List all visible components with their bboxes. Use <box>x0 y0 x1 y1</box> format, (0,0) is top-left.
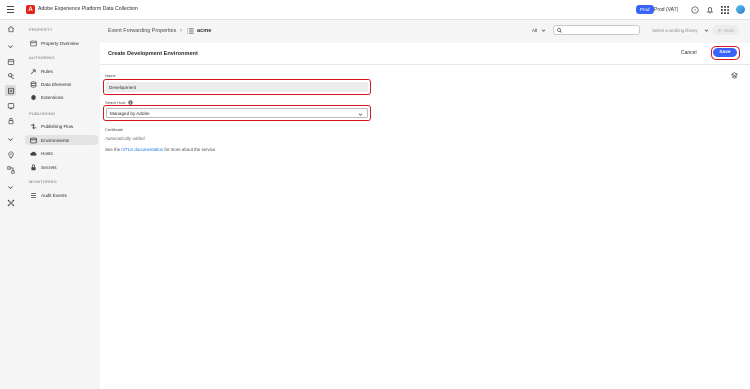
sidebar-item-label: Secrets <box>41 164 57 170</box>
filter-select[interactable]: All <box>528 25 550 35</box>
certificate-value: Automatically added <box>105 136 145 141</box>
chevron-down-icon <box>358 113 363 116</box>
header-bar: Event Forwarding Properties › acme All S… <box>100 20 750 42</box>
form-content: Name Development Select Host Managed by … <box>100 65 750 389</box>
home-icon[interactable] <box>5 23 16 34</box>
host-select-value: Managed by Adobe <box>110 110 150 116</box>
sidebar-item-label: Hosts <box>41 150 53 156</box>
section-label-monitoring: MONITORING <box>29 179 57 184</box>
help-text: See the mTLS documentation for more abou… <box>105 147 217 152</box>
working-library-placeholder: Select a working library <box>652 27 698 33</box>
help-suffix: for more about the service. <box>164 147 217 152</box>
breadcrumb-current: acme <box>197 28 212 34</box>
user-avatar[interactable] <box>736 5 745 14</box>
help-icon[interactable]: ? <box>690 5 699 14</box>
search-icon <box>557 28 562 33</box>
breadcrumb-parent[interactable]: Event Forwarding Properties <box>108 28 176 34</box>
sidebar-item-hosts[interactable]: Hosts <box>25 148 98 158</box>
location-pin-icon[interactable] <box>5 149 16 160</box>
menu-icon[interactable] <box>7 6 14 13</box>
section-label-property: PROPERTY <box>29 27 53 32</box>
datastreams-icon[interactable] <box>5 100 16 111</box>
app-title: Adobe Experience Platform Data Collectio… <box>38 6 138 12</box>
section-label-publishing: PUBLISHING <box>29 111 56 116</box>
app-rail <box>0 20 21 389</box>
sidebar-item-label: Environments <box>41 137 70 143</box>
environments-icon <box>30 137 37 143</box>
sidebar-item-publishing-flow[interactable]: Publishing Flow <box>25 121 98 131</box>
chevron-down-icon <box>704 29 709 32</box>
sidebar-item-rules[interactable]: Rules <box>25 66 98 76</box>
chevron-down-icon[interactable] <box>5 182 16 193</box>
breadcrumb-separator: › <box>180 27 182 34</box>
save-button[interactable]: Save <box>713 48 737 57</box>
workflow-icon[interactable] <box>5 164 16 175</box>
adobe-logo: A <box>26 5 35 14</box>
bell-icon[interactable] <box>705 5 714 14</box>
sidebar-item-label: Publishing Flow <box>41 123 74 129</box>
extensions-icon <box>31 94 36 100</box>
sidebar-item-label: Rules <box>41 68 53 74</box>
filter-value: All <box>532 27 538 33</box>
sidebar-item-property-overview[interactable]: Property Overview <box>25 38 98 48</box>
search-input[interactable] <box>553 25 640 35</box>
layers-icon[interactable] <box>730 72 739 81</box>
org-label[interactable]: Prod (VA7) <box>654 7 678 13</box>
property-icon <box>30 40 37 46</box>
list-icon <box>187 28 194 36</box>
hammer-icon <box>717 28 722 32</box>
certificate-label: Certificate <box>105 127 124 132</box>
top-bar: A Adobe Experience Platform Data Collect… <box>0 0 750 20</box>
chevron-down-icon[interactable] <box>5 41 16 52</box>
rules-icon <box>30 68 37 74</box>
network-icon[interactable] <box>5 197 16 208</box>
sidebar-item-label: Property Overview <box>41 40 79 46</box>
secrets-icon <box>31 164 36 170</box>
name-input[interactable]: Development <box>106 82 368 92</box>
host-select[interactable]: Managed by Adobe <box>106 108 368 118</box>
audit-events-icon <box>31 192 36 198</box>
sidebar-item-audit-events[interactable]: Audit Events <box>25 190 98 200</box>
sidebar-item-secrets[interactable]: Secrets <box>25 162 98 172</box>
page-title: Create Development Environment <box>108 51 198 57</box>
hosts-icon <box>30 151 37 156</box>
lock-icon[interactable] <box>5 115 16 126</box>
sidebar-item-data-elements[interactable]: Data Elements <box>25 79 98 89</box>
sidebar-item-label: Data Elements <box>41 81 72 87</box>
properties-icon[interactable] <box>5 85 16 96</box>
mtls-documentation-link[interactable]: mTLS documentation <box>121 147 163 152</box>
section-label-authoring: AUTHORING <box>29 55 55 60</box>
environment-badge[interactable]: Prod <box>636 5 654 14</box>
sidebar-item-extensions[interactable]: Extensions <box>25 92 98 102</box>
working-library-select[interactable]: Select a working library <box>648 25 711 35</box>
tags-icon[interactable] <box>5 56 16 67</box>
publishing-flow-icon <box>30 122 37 130</box>
property-sidebar: PROPERTY Property Overview AUTHORING Rul… <box>22 20 98 389</box>
build-label: Build <box>724 27 734 33</box>
sidebar-item-label: Extensions <box>41 94 64 100</box>
data-elements-icon <box>30 80 37 88</box>
svg-text:?: ? <box>693 7 696 12</box>
event-forwarding-icon[interactable] <box>5 70 16 81</box>
build-button[interactable]: Build <box>712 25 739 35</box>
sidebar-item-label: Audit Events <box>41 192 67 198</box>
form-header: Create Development Environment Cancel Sa… <box>100 43 750 65</box>
name-label: Name <box>105 73 116 78</box>
apps-grid-icon[interactable] <box>720 5 729 14</box>
help-prefix: See the <box>105 147 121 152</box>
sidebar-item-environments[interactable]: Environments <box>25 135 98 145</box>
chevron-down-icon <box>541 29 546 32</box>
chevron-down-icon[interactable] <box>5 134 16 145</box>
cancel-button[interactable]: Cancel <box>681 50 697 56</box>
